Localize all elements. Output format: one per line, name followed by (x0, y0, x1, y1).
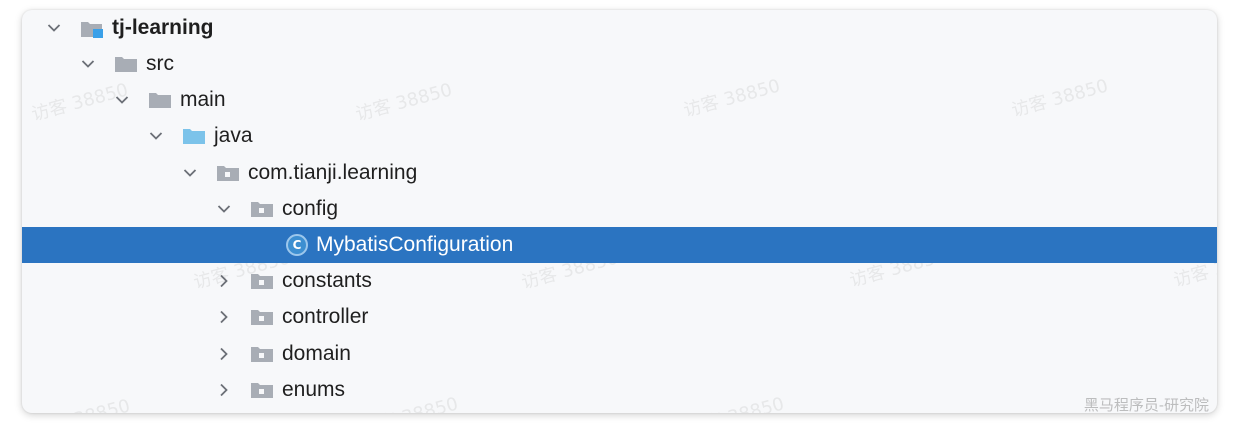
package-folder-icon (250, 381, 274, 399)
java-class-icon: C (286, 234, 308, 256)
folder-icon (114, 55, 138, 73)
tree-node-label: com.tianji.learning (248, 161, 418, 184)
package-folder-icon (250, 308, 274, 326)
tree-node-constants[interactable]: constants (22, 263, 1217, 299)
chevron-down-icon[interactable] (180, 163, 200, 183)
chevron-down-icon[interactable] (78, 54, 98, 74)
tree-node-mybatis-configuration[interactable]: C MybatisConfiguration (22, 227, 1217, 263)
chevron-down-icon[interactable] (112, 90, 132, 110)
tree-node-label: main (180, 88, 226, 111)
tree-node-label: controller (282, 305, 369, 328)
chevron-right-icon[interactable] (214, 271, 234, 291)
package-folder-icon (250, 345, 274, 363)
tree-node-label: src (146, 52, 174, 75)
tree-node-label: enums (282, 378, 346, 401)
project-tree-panel: 访客 38850 访客 38850 访客 38850 访客 38850 访客 3… (22, 10, 1217, 413)
source-root-folder-icon (182, 127, 206, 145)
tree-node-tj-learning[interactable]: tj-learning (22, 10, 1217, 46)
chevron-right-icon[interactable] (214, 344, 234, 364)
tree-node-config[interactable]: config (22, 191, 1217, 227)
tree-node-java[interactable]: java (22, 118, 1217, 154)
tree-node-controller[interactable]: controller (22, 299, 1217, 335)
chevron-right-icon[interactable] (214, 307, 234, 327)
tree-node-src[interactable]: src (22, 46, 1217, 82)
tree-node-label: MybatisConfiguration (316, 233, 514, 256)
tree-node-label: domain (282, 342, 351, 365)
tree-node-enums[interactable]: enums (22, 372, 1217, 408)
tree-node-label: config (282, 197, 339, 220)
chevron-down-icon[interactable] (44, 18, 64, 38)
chevron-down-icon[interactable] (146, 126, 166, 146)
tree-node-label: tj-learning (112, 16, 214, 39)
tree-node-com-tianji-learning[interactable]: com.tianji.learning (22, 155, 1217, 191)
package-folder-icon (250, 272, 274, 290)
module-folder-icon (80, 19, 104, 38)
tree-node-label: constants (282, 269, 372, 292)
package-folder-icon (250, 200, 274, 218)
chevron-down-icon[interactable] (214, 199, 234, 219)
package-folder-icon (216, 164, 240, 182)
folder-icon (148, 91, 172, 109)
chevron-right-icon[interactable] (214, 380, 234, 400)
tree-node-main[interactable]: main (22, 82, 1217, 118)
corner-watermark: 黑马程序员-研究院 (1083, 396, 1209, 414)
tree-node-label: java (214, 124, 253, 147)
tree-node-domain[interactable]: domain (22, 336, 1217, 372)
